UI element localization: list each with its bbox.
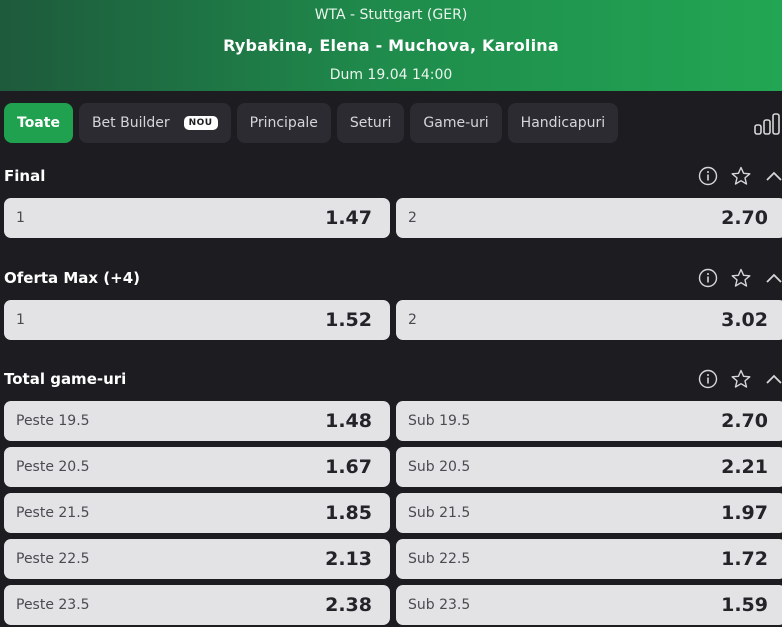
market-actions	[698, 369, 782, 389]
tab-principale[interactable]: Principale	[236, 103, 331, 143]
odd-value: 2.38	[325, 594, 372, 616]
market-title-oferta-max: Oferta Max (+4)	[4, 269, 141, 287]
league-name: WTA - Stuttgart (GER)	[314, 7, 468, 23]
market-actions	[698, 166, 782, 186]
odd-value: 2.70	[721, 207, 768, 229]
odd-value: 1.67	[325, 456, 372, 478]
match-title: Rybakina, Elena - Muchova, Karolina	[223, 36, 559, 55]
tab-game-uri[interactable]: Game-uri	[410, 103, 502, 143]
odd-value: 1.47	[325, 207, 372, 229]
odd-value: 1.59	[721, 594, 768, 616]
chevron-up-icon[interactable]	[764, 369, 782, 389]
chevron-up-icon[interactable]	[764, 268, 782, 288]
odd-label: Sub 20.5	[408, 459, 471, 475]
chevron-up-icon[interactable]	[764, 166, 782, 186]
star-icon[interactable]	[731, 369, 751, 389]
odd-label: 2	[408, 312, 417, 328]
odd-button[interactable]: 1 1.52	[4, 300, 390, 340]
odd-label: Sub 19.5	[408, 413, 471, 429]
odd-value: 2.70	[721, 410, 768, 432]
odd-value: 1.72	[721, 548, 768, 570]
odd-button[interactable]: Sub 23.5 1.59	[396, 585, 782, 625]
match-header: WTA - Stuttgart (GER) Rybakina, Elena - …	[0, 0, 782, 91]
odd-label: 2	[408, 210, 417, 226]
market-tabs: Toate Bet Builder NOU Principale Seturi …	[4, 103, 619, 143]
new-badge: NOU	[183, 116, 218, 130]
market-actions	[698, 268, 782, 288]
tab-label: Handicapuri	[520, 115, 606, 131]
odd-label: Sub 23.5	[408, 597, 471, 613]
tab-handicapuri[interactable]: Handicapuri	[507, 103, 619, 143]
odd-button[interactable]: Sub 22.5 1.72	[396, 539, 782, 579]
odd-button[interactable]: Peste 22.5 2.13	[4, 539, 390, 579]
odd-button[interactable]: Sub 20.5 2.21	[396, 447, 782, 487]
odd-button[interactable]: Peste 21.5 1.85	[4, 493, 390, 533]
odd-button[interactable]: 2 2.70	[396, 198, 782, 238]
match-date: Dum 19.04 14:00	[329, 67, 453, 83]
info-icon[interactable]	[698, 268, 718, 288]
star-icon[interactable]	[731, 268, 751, 288]
tab-seturi[interactable]: Seturi	[336, 103, 405, 143]
odd-value: 1.52	[325, 309, 372, 331]
odd-label: Peste 20.5	[16, 459, 90, 475]
odd-label: Sub 22.5	[408, 551, 471, 567]
market-title-total-games: Total game-uri	[4, 370, 127, 388]
info-icon[interactable]	[698, 369, 718, 389]
odd-button[interactable]: 1 1.47	[4, 198, 390, 238]
star-icon[interactable]	[731, 166, 751, 186]
odd-button[interactable]: 2 3.02	[396, 300, 782, 340]
stats-icon[interactable]	[754, 113, 782, 135]
odd-label: Peste 22.5	[16, 551, 90, 567]
odd-button[interactable]: Peste 19.5 1.48	[4, 401, 390, 441]
odd-label: Peste 21.5	[16, 505, 90, 521]
tab-label: Bet Builder	[91, 115, 170, 131]
info-icon[interactable]	[698, 166, 718, 186]
odd-value: 1.48	[325, 410, 372, 432]
odd-label: 1	[16, 312, 25, 328]
tab-label: Seturi	[349, 115, 392, 131]
market-title-final: Final	[4, 167, 46, 185]
odd-button[interactable]: Peste 20.5 1.67	[4, 447, 390, 487]
odd-label: Sub 21.5	[408, 505, 471, 521]
odd-value: 2.13	[325, 548, 372, 570]
odd-label: 1	[16, 210, 25, 226]
odd-label: Peste 23.5	[16, 597, 90, 613]
odd-button[interactable]: Sub 21.5 1.97	[396, 493, 782, 533]
odd-value: 3.02	[721, 309, 768, 331]
tab-bet-builder[interactable]: Bet Builder NOU	[78, 103, 231, 143]
tab-label: Toate	[17, 115, 60, 131]
odd-value: 1.97	[721, 502, 768, 524]
tab-label: Game-uri	[423, 115, 489, 131]
tab-label: Principale	[249, 115, 318, 131]
odd-value: 1.85	[325, 502, 372, 524]
odd-value: 2.21	[721, 456, 768, 478]
odd-button[interactable]: Sub 19.5 2.70	[396, 401, 782, 441]
tab-toate[interactable]: Toate	[4, 103, 73, 143]
odd-label: Peste 19.5	[16, 413, 90, 429]
odd-button[interactable]: Peste 23.5 2.38	[4, 585, 390, 625]
